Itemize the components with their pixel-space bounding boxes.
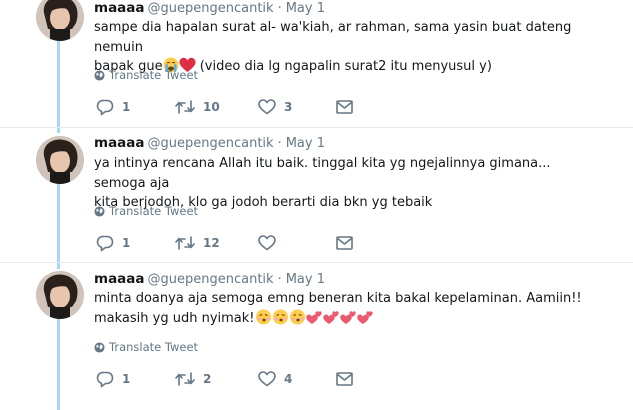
kissing-face-emoji [255, 309, 272, 332]
retweet-count: 10 [203, 100, 220, 114]
reply-icon [96, 371, 114, 388]
two-hearts-emoji [305, 309, 323, 332]
envelope-icon [336, 372, 353, 386]
timestamp-link[interactable]: May 1 [286, 272, 325, 287]
tweet-text-fragment: makasih yg udh nyimak! [94, 310, 255, 326]
like-count: 4 [284, 372, 293, 386]
timestamp-link[interactable]: May 1 [286, 136, 325, 151]
tweet-text-fragment: (video dia lg ngapalin surat2 itu menyus… [195, 59, 492, 74]
tweet-text-line: ya intinya rencana Allah itu baik. tingg… [94, 156, 551, 191]
translate-tweet-link[interactable]: Translate Tweet [94, 68, 198, 82]
reply-icon [96, 99, 114, 116]
retweet-count: 2 [203, 372, 212, 386]
direct-message-button[interactable] [336, 97, 353, 117]
heart-icon [258, 235, 276, 251]
like-button[interactable]: 4 [258, 369, 292, 389]
display-name[interactable]: maaaa [94, 135, 145, 151]
avatar[interactable] [36, 0, 84, 41]
heart-icon [258, 99, 276, 115]
username-handle[interactable]: @guepengencantik [148, 272, 274, 287]
reply-button[interactable]: 1 [96, 97, 130, 117]
username-handle[interactable]: @guepengencantik [148, 136, 274, 151]
retweet-button[interactable]: 12 [175, 233, 220, 253]
display-name[interactable]: maaaa [94, 0, 145, 16]
reply-button[interactable]: 1 [96, 233, 130, 253]
retweet-icon [175, 99, 195, 115]
separator-dot: · [277, 272, 282, 287]
reply-button[interactable]: 1 [96, 369, 130, 389]
heart-icon [258, 371, 276, 387]
like-button[interactable] [258, 233, 284, 253]
translate-tweet-link[interactable]: Translate Tweet [94, 204, 198, 218]
retweet-count: 12 [203, 236, 220, 250]
separator-dot: · [277, 1, 282, 16]
direct-message-button[interactable] [336, 233, 353, 253]
display-name[interactable]: maaaa [94, 271, 145, 287]
tweet-header: maaaa @guepengencantik · May 1 [94, 270, 325, 288]
tweet-text-line: makasih yg udh nyimak! [94, 309, 604, 332]
retweet-icon [175, 235, 195, 251]
retweet-button[interactable]: 2 [175, 369, 211, 389]
tweet[interactable]: maaaa @guepengencantik · May 1 minta doanya… [0, 263, 633, 410]
two-hearts-emoji [356, 309, 374, 332]
avatar[interactable] [36, 136, 84, 184]
retweet-icon [175, 371, 195, 387]
like-count: 3 [284, 100, 293, 114]
tweet[interactable]: maaaa @guepengencantik · May 1 sampe dia ha… [0, 0, 633, 128]
tweet-header: maaaa @guepengencantik · May 1 [94, 134, 325, 152]
reply-count: 1 [122, 236, 131, 250]
tweet[interactable]: maaaa @guepengencantik · May 1 ya intinya r… [0, 128, 633, 263]
kissing-face-emoji [289, 309, 306, 332]
globe-icon [94, 342, 105, 356]
globe-icon [94, 206, 105, 220]
tweet-text-line: sampe dia hapalan surat al- wa'kiah, ar … [94, 20, 572, 55]
translate-tweet-label[interactable]: Translate Tweet [109, 204, 198, 218]
kissing-face-emoji [272, 309, 289, 332]
globe-icon [94, 70, 105, 84]
direct-message-button[interactable] [336, 369, 353, 389]
retweet-button[interactable]: 10 [175, 97, 220, 117]
separator-dot: · [277, 136, 282, 151]
envelope-icon [336, 236, 353, 250]
tweet-header: maaaa @guepengencantik · May 1 [94, 0, 325, 17]
tweet-text-line: minta doanya aja semoga emng beneran kit… [94, 291, 582, 306]
two-hearts-emoji [339, 309, 357, 332]
reply-count: 1 [122, 100, 131, 114]
timestamp-link[interactable]: May 1 [286, 1, 325, 16]
translate-tweet-label[interactable]: Translate Tweet [109, 340, 198, 354]
like-button[interactable]: 3 [258, 97, 292, 117]
avatar[interactable] [36, 271, 84, 319]
username-handle[interactable]: @guepengencantik [148, 1, 274, 16]
translate-tweet-link[interactable]: Translate Tweet [94, 340, 198, 354]
translate-tweet-label[interactable]: Translate Tweet [109, 68, 198, 82]
reply-icon [96, 235, 114, 252]
two-hearts-emoji [322, 309, 340, 332]
tweet-text: minta doanya aja semoga emng beneran kit… [94, 289, 604, 331]
reply-count: 1 [122, 372, 131, 386]
envelope-icon [336, 100, 353, 114]
